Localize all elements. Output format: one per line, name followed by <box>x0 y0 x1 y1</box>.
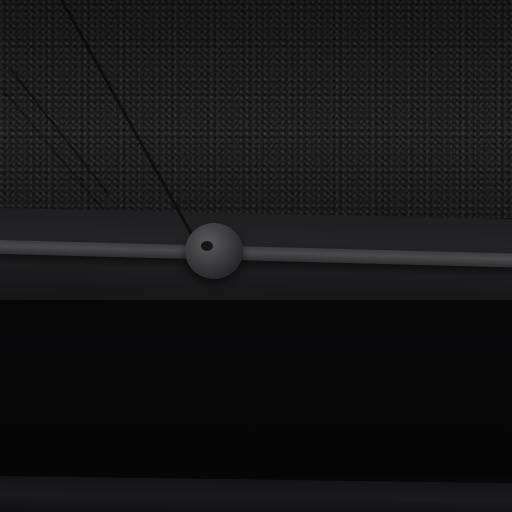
round-knob <box>185 223 243 279</box>
bottom-edge <box>0 476 512 512</box>
ceiling-shading <box>0 0 512 218</box>
knob-hole <box>201 241 213 251</box>
photo-scene <box>0 0 512 512</box>
